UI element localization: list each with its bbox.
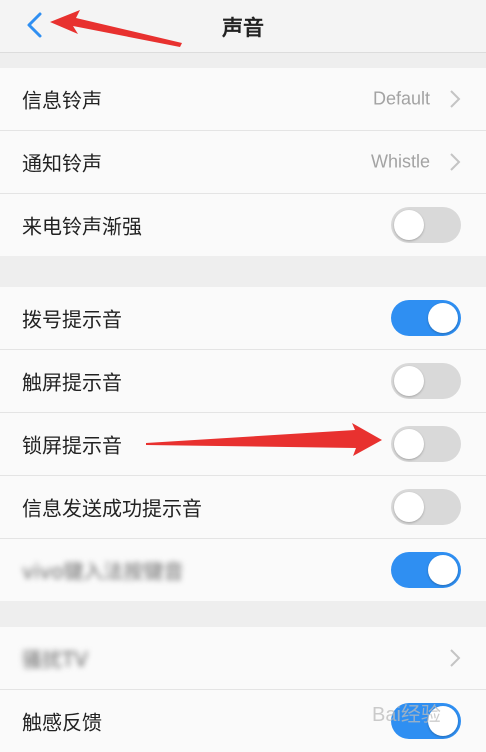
message-ringtone-label: 信息铃声 — [22, 88, 102, 113]
top-bar: 声音 — [0, 0, 486, 53]
toggle-knob — [394, 429, 424, 459]
haptic-feedback-label: 触感反馈 — [22, 710, 102, 735]
lock-screen-tone-toggle[interactable] — [391, 426, 461, 462]
message-sent-tone-toggle[interactable] — [391, 489, 461, 525]
keyboard-tone-label: vivo键入法按键音 — [22, 559, 184, 584]
dial-tone-row: 拨号提示音 — [0, 287, 486, 350]
notification-ringtone-label: 通知铃声 — [22, 151, 102, 176]
chevron-right-icon — [450, 90, 461, 108]
chevron-right-icon — [450, 153, 461, 171]
toggle-knob — [428, 555, 458, 585]
lock-screen-tone-label: 锁屏提示音 — [22, 433, 122, 458]
message-sent-tone-label: 信息发送成功提示音 — [22, 496, 202, 521]
toggle-knob — [394, 366, 424, 396]
dial-tone-toggle[interactable] — [391, 300, 461, 336]
page-title: 声音 — [222, 16, 264, 40]
dial-tone-label: 拨号提示音 — [22, 307, 122, 332]
notification-ringtone-row[interactable]: 通知铃声 Whistle — [0, 131, 486, 194]
chevron-right-icon — [450, 649, 461, 667]
message-ringtone-value: Default — [372, 88, 430, 109]
keyboard-tone-row: vivo键入法按键音 — [0, 539, 486, 601]
incoming-ring-crescendo-toggle[interactable] — [391, 207, 461, 243]
notification-ringtone-value: Whistle — [370, 151, 430, 172]
toggle-knob — [394, 210, 424, 240]
ringtone-group: 信息铃声 Default 通知铃声 Whistle 来电铃声渐强 — [0, 68, 486, 256]
touch-tone-toggle[interactable] — [391, 363, 461, 399]
touch-tone-label: 触屏提示音 — [22, 370, 122, 395]
tones-group: 拨号提示音 触屏提示音 锁屏提示音 信息发送成功提示音 vivo键入法按键音 — [0, 287, 486, 601]
toggle-knob — [394, 492, 424, 522]
message-sent-tone-row: 信息发送成功提示音 — [0, 476, 486, 539]
blurred-option-label: 骚扰TV — [22, 647, 88, 672]
keyboard-tone-toggle[interactable] — [391, 552, 461, 588]
blurred-option-row[interactable]: 骚扰TV — [0, 627, 486, 690]
watermark: Bai经验 — [372, 704, 441, 726]
toggle-knob — [428, 303, 458, 333]
incoming-ring-crescendo-label: 来电铃声渐强 — [22, 214, 142, 239]
touch-tone-row: 触屏提示音 — [0, 350, 486, 413]
incoming-ring-crescendo-row: 来电铃声渐强 — [0, 194, 486, 256]
lock-screen-tone-row: 锁屏提示音 — [0, 413, 486, 476]
misc-group: 骚扰TV 触感反馈 — [0, 627, 486, 752]
message-ringtone-row[interactable]: 信息铃声 Default — [0, 68, 486, 131]
